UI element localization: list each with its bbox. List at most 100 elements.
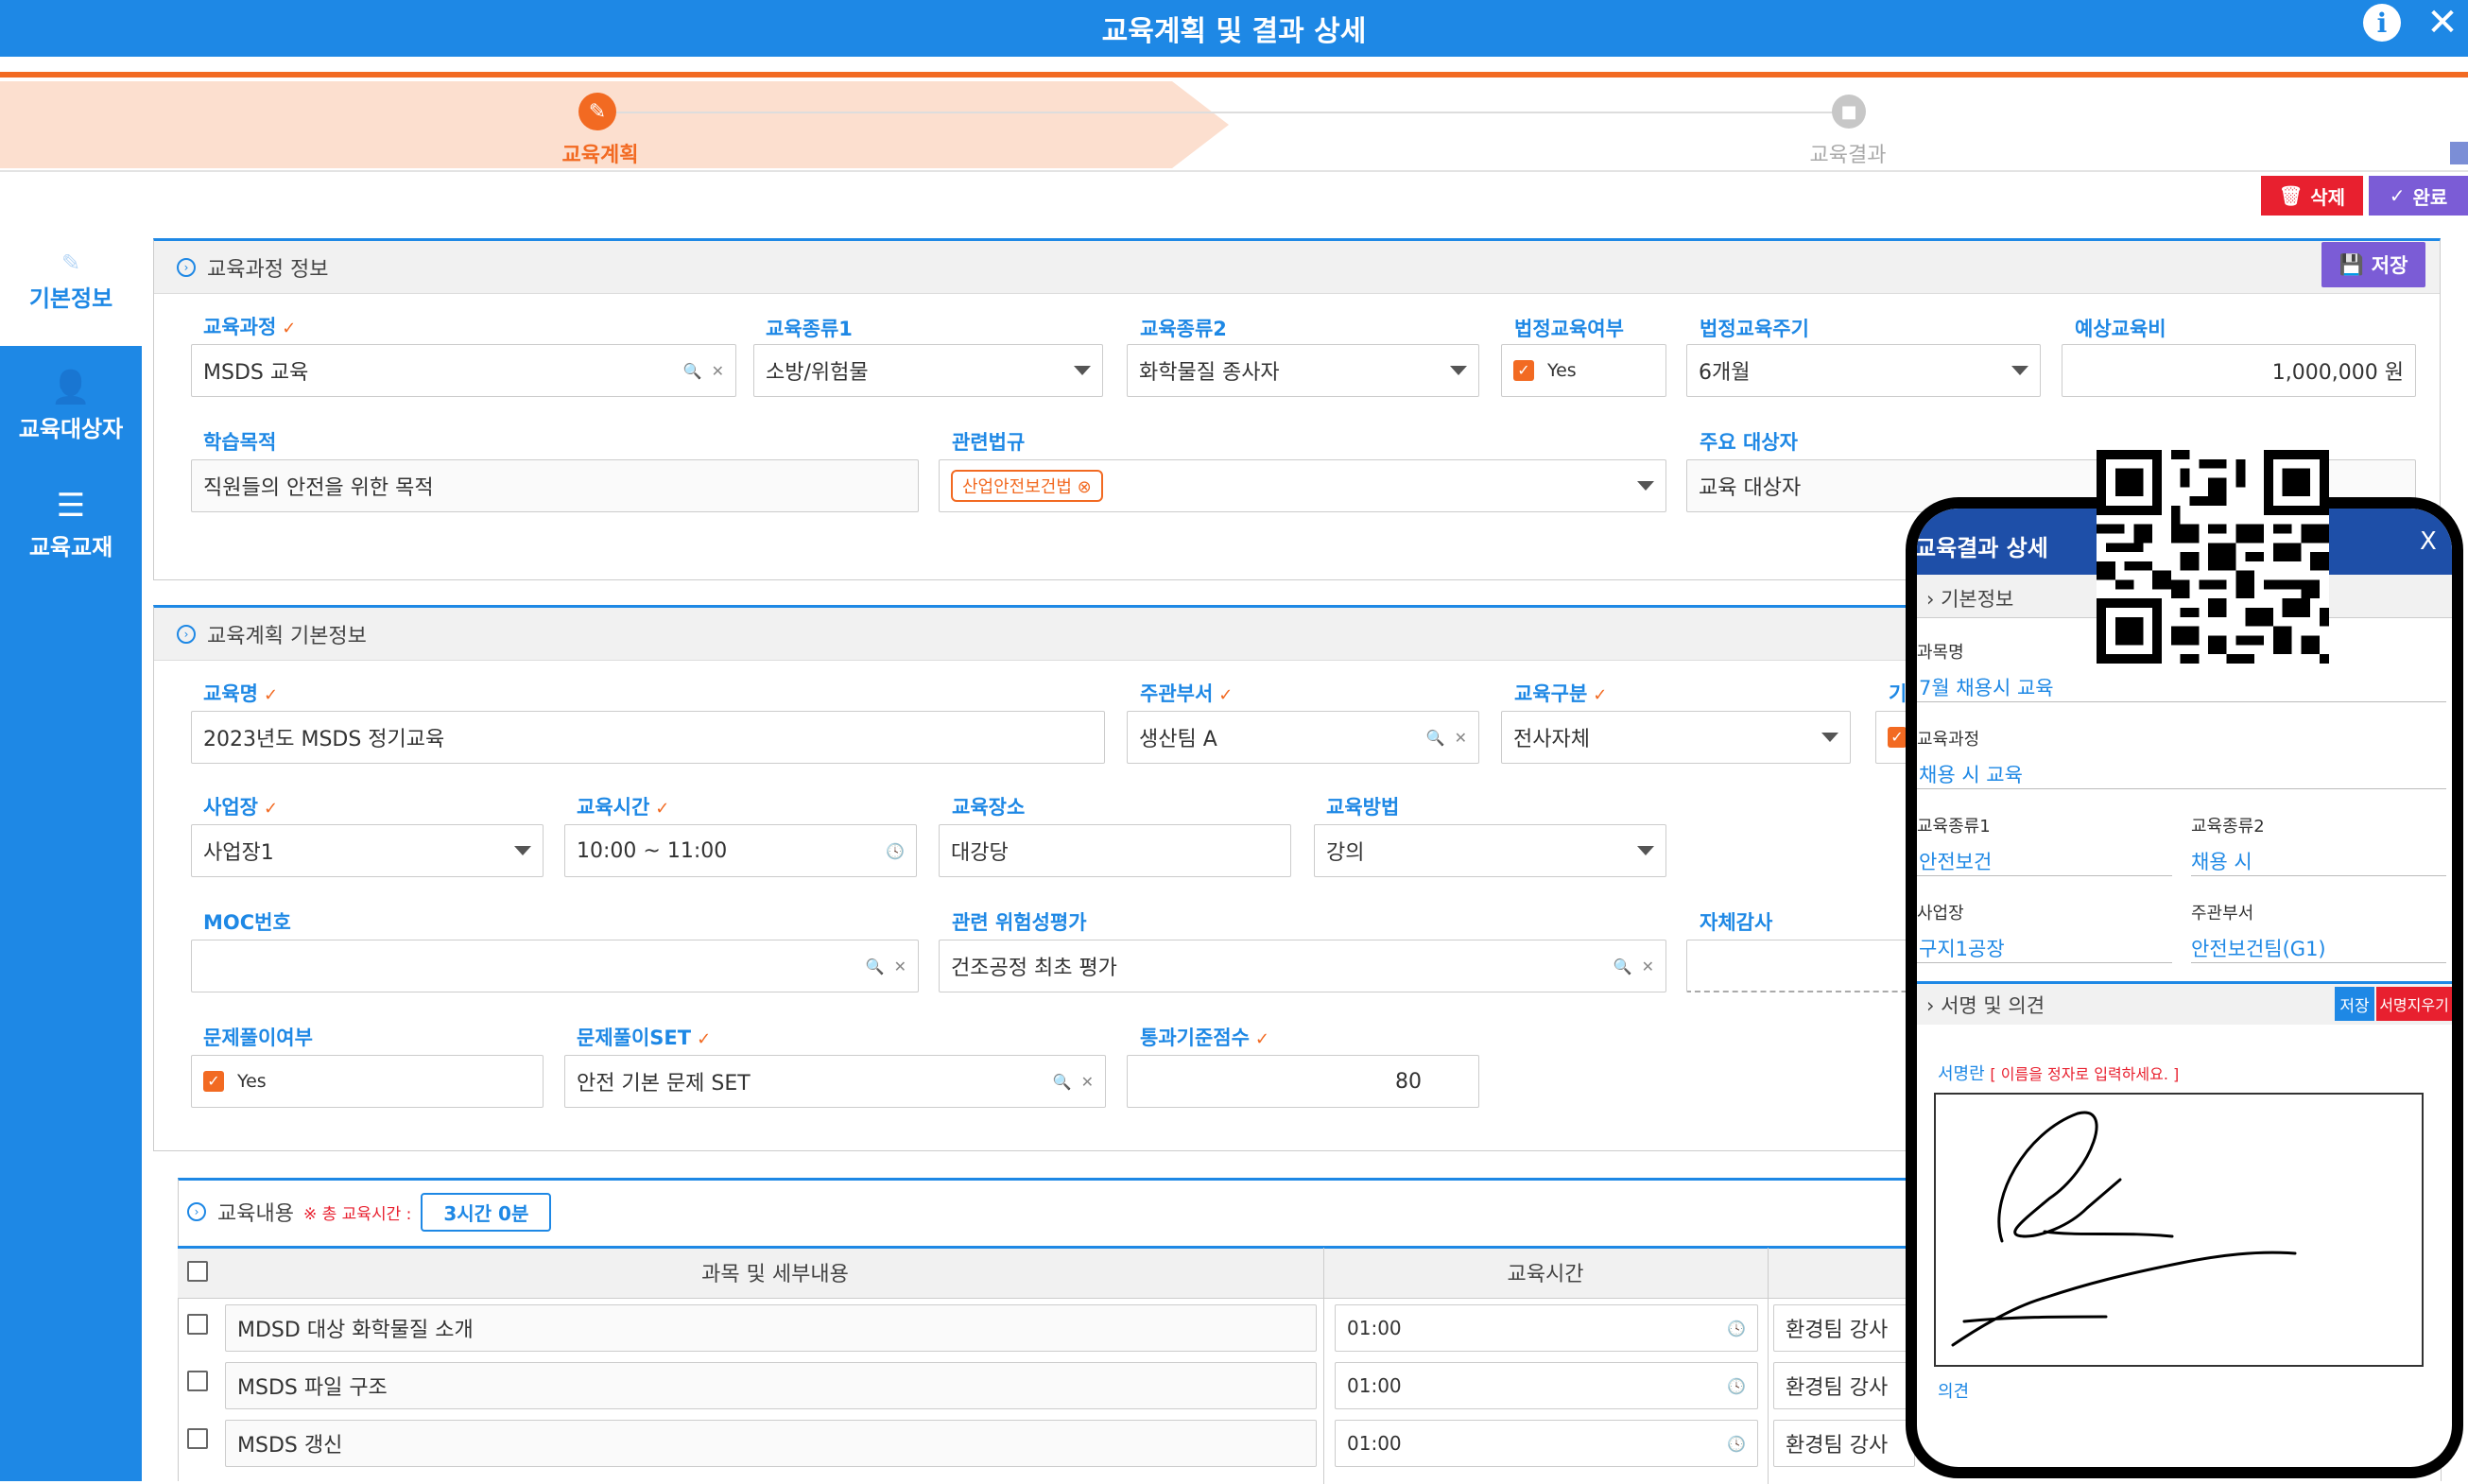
place-field[interactable]: 대강당 — [939, 824, 1291, 877]
clear-icon[interactable]: ✕ — [1642, 958, 1654, 975]
clock-icon[interactable]: 🕓 — [1727, 1435, 1746, 1453]
clock-icon[interactable]: 🕓 — [1727, 1320, 1746, 1337]
signature-stroke — [1951, 1111, 2297, 1347]
sidebar-item-basic-info[interactable]: ✎ 기본정보 — [0, 223, 142, 346]
signature-pad[interactable] — [1934, 1093, 2424, 1367]
pencil-icon[interactable]: ✎ — [578, 93, 616, 130]
pass-score-label: 통과기준점수 ✓ — [1140, 1027, 1270, 1049]
window-title: 교육계획 및 결과 상세 — [0, 0, 2468, 57]
mobile-type2-label: 교육종류2 — [2191, 817, 2265, 837]
check-icon[interactable]: ✓ — [1888, 727, 1907, 748]
search-icon[interactable]: 🔍 — [866, 958, 885, 975]
audit-label: 자체감사 — [1700, 911, 1773, 934]
remove-tag-icon[interactable]: ⊗ — [1078, 477, 1092, 497]
scroll-handle[interactable] — [2450, 142, 2468, 164]
type1-select[interactable]: 소방/위험물 — [753, 344, 1103, 397]
legal-checkbox[interactable]: ✓ Yes — [1501, 344, 1666, 397]
close-icon[interactable]: ✕ — [2422, 0, 2463, 45]
row-checkbox[interactable] — [187, 1428, 208, 1453]
category-label: 교육구분 ✓ — [1514, 682, 1608, 705]
law-tag[interactable]: 산업안전보건법 ⊗ — [951, 470, 1103, 502]
contents-header: › 교육내용 ※ 총 교육시간 : 3시간 0분 — [187, 1192, 552, 1232]
select-all-checkbox[interactable] — [187, 1261, 208, 1286]
search-icon[interactable]: 🔍 — [1053, 1073, 1072, 1091]
quiz-checkbox[interactable]: ✓ Yes — [191, 1055, 544, 1108]
chevron-down-icon — [1637, 846, 1654, 855]
check-icon[interactable]: ✓ — [1513, 360, 1534, 381]
method-select[interactable]: 강의 — [1314, 824, 1666, 877]
time-field[interactable]: 01:00 🕓 — [1335, 1304, 1758, 1352]
dept-label: 주관부서 ✓ — [1140, 682, 1234, 705]
info-icon[interactable]: i — [2363, 4, 2401, 42]
search-icon[interactable]: 🔍 — [1614, 958, 1632, 975]
type2-select[interactable]: 화학물질 종사자 — [1127, 344, 1479, 397]
time-field[interactable]: 01:00 🕓 — [1335, 1362, 1758, 1409]
clock-icon[interactable]: 🕓 — [886, 842, 905, 860]
type2-label: 교육종류2 — [1140, 318, 1227, 340]
quiz-set-label: 문제풀이SET ✓ — [577, 1027, 712, 1049]
pencil-icon: ✎ — [60, 250, 81, 276]
course-field[interactable]: MSDS 교육 🔍 ✕ — [191, 344, 736, 397]
row-checkbox[interactable] — [187, 1314, 208, 1338]
delete-button[interactable]: 🗑 삭제 — [2261, 176, 2363, 216]
subject-field[interactable]: MSDS 갱신 — [225, 1420, 1317, 1467]
category-select[interactable]: 전사자체 — [1501, 711, 1851, 764]
complete-button[interactable]: ✓ 완료 — [2369, 176, 2468, 216]
mobile-type1-label: 교육종류1 — [1917, 817, 1991, 837]
mobile-save-button[interactable]: 저장 — [2335, 987, 2374, 1021]
law-select[interactable]: 산업안전보건법 ⊗ — [939, 459, 1666, 512]
purpose-label: 학습목적 — [203, 431, 277, 454]
search-icon[interactable]: 🔍 — [1426, 729, 1445, 747]
risk-field[interactable]: 건조공정 최초 평가 🔍 ✕ — [939, 940, 1666, 992]
mobile-title: 교육결과 상세 — [1915, 535, 2048, 561]
trash-icon: 🗑 — [2278, 184, 2304, 207]
divider — [1917, 875, 2172, 876]
clear-icon[interactable]: ✕ — [894, 958, 906, 975]
clear-icon[interactable]: ✕ — [1081, 1073, 1094, 1091]
divider — [1917, 962, 2172, 963]
course-save-button[interactable]: 💾 저장 — [2321, 242, 2425, 287]
audit-field[interactable] — [1686, 940, 1923, 992]
plan-name-field[interactable]: 2023년도 MSDS 정기교육 — [191, 711, 1105, 764]
clear-icon[interactable]: ✕ — [712, 362, 724, 380]
method-label: 교육방법 — [1326, 796, 1400, 819]
mobile-course-value: 채용 시 교육 — [1919, 764, 2023, 786]
pass-score-field[interactable]: 80 — [1127, 1055, 1479, 1108]
mobile-clear-signature-button[interactable]: 서명지우기 — [2376, 987, 2452, 1021]
row-checkbox[interactable] — [187, 1371, 208, 1395]
sidebar-item-materials[interactable]: ☰ 교육교재 — [0, 487, 142, 561]
mobile-close-icon[interactable]: X — [2420, 527, 2437, 556]
cost-field[interactable]: 1,000,000 원 — [2062, 344, 2416, 397]
dept-field[interactable]: 생산팀 A 🔍 ✕ — [1127, 711, 1479, 764]
subject-field[interactable]: MDSD 대상 화학물질 소개 — [225, 1304, 1317, 1352]
law-label: 관련법규 — [952, 431, 1026, 454]
time-field[interactable]: 01:00 🕓 — [1335, 1420, 1758, 1467]
place-label: 교육장소 — [952, 796, 1026, 819]
search-icon[interactable]: 🔍 — [683, 362, 702, 380]
mobile-sign-label: 서명란 [ 이름을 정자로 입력하세요. ] — [1938, 1064, 2180, 1084]
moc-field[interactable]: 🔍 ✕ — [191, 940, 919, 992]
check-icon[interactable]: ✓ — [203, 1071, 224, 1092]
clear-icon[interactable]: ✕ — [1455, 729, 1467, 747]
instructor-field[interactable]: 환경팀 강사 — [1773, 1362, 1915, 1409]
mobile-subject-value: 7월 채용시 교육 — [1919, 677, 2054, 699]
instructor-field[interactable]: 환경팀 강사 — [1773, 1304, 1915, 1352]
subject-field[interactable]: MSDS 파일 구조 — [225, 1362, 1317, 1409]
legal-cycle-select[interactable]: 6개월 — [1686, 344, 2041, 397]
step-result-label[interactable]: 교육결과 — [1777, 138, 1919, 168]
sidebar-item-trainees[interactable]: 👤 교육대상자 — [0, 369, 142, 443]
purpose-field[interactable]: 직원들의 안전을 위한 목적 — [191, 459, 919, 512]
mobile-subject-label: 과목명 — [1917, 643, 1964, 663]
checklist-icon: ☰ — [56, 487, 86, 525]
header-divider — [0, 72, 2468, 78]
quiz-set-field[interactable]: 안전 기본 문제 SET 🔍 ✕ — [564, 1055, 1106, 1108]
step-plan-label[interactable]: 교육계획 — [529, 138, 671, 168]
mobile-type1-value: 안전보건 — [1919, 851, 1993, 873]
stop-icon[interactable]: ■ — [1832, 95, 1866, 129]
save-icon: 💾 — [2339, 252, 2364, 276]
clock-icon[interactable]: 🕓 — [1727, 1377, 1746, 1395]
type1-label: 교육종류1 — [766, 318, 853, 340]
time-field[interactable]: 10:00 ~ 11:00 🕓 — [564, 824, 917, 877]
instructor-field[interactable]: 환경팀 강사 — [1773, 1420, 1915, 1467]
site-select[interactable]: 사업장1 — [191, 824, 544, 877]
